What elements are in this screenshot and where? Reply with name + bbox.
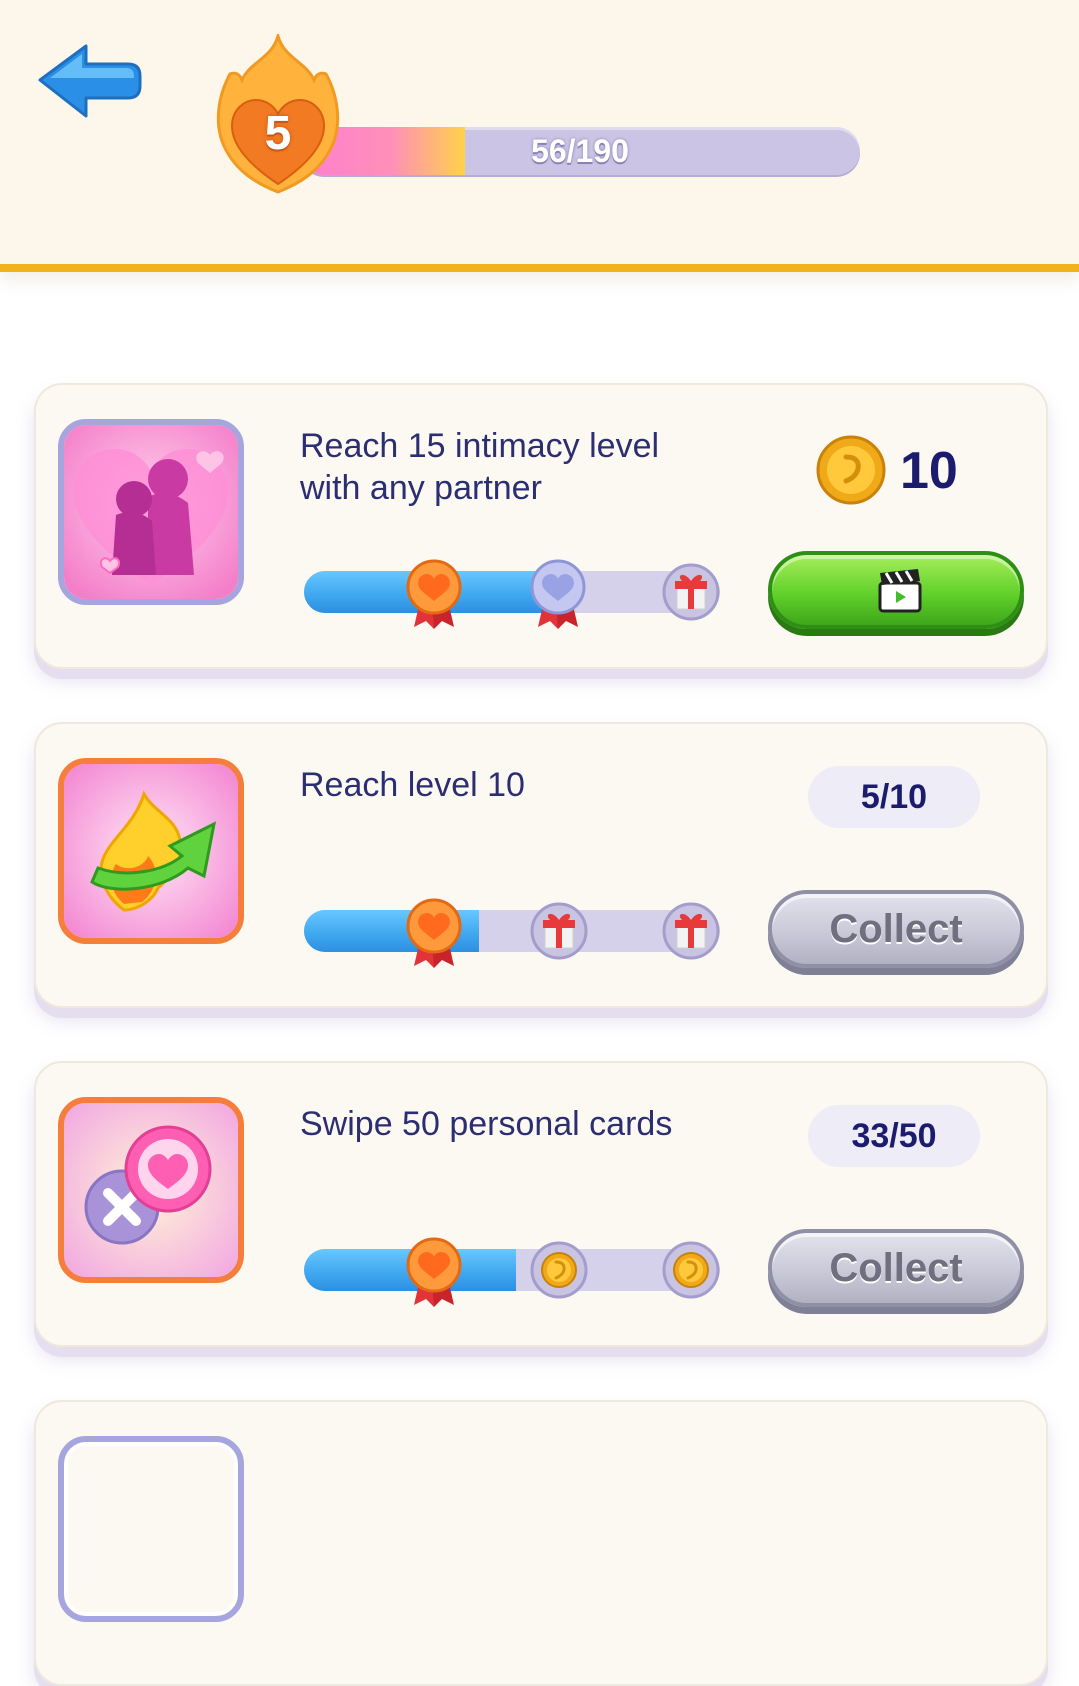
collect-button-label: Collect bbox=[829, 1246, 963, 1290]
task-icon bbox=[58, 1436, 244, 1622]
back-arrow-icon bbox=[38, 44, 142, 118]
swipe-like-icon bbox=[64, 1103, 238, 1277]
heart-medal-icon bbox=[406, 559, 462, 629]
task-count: 5/10 bbox=[808, 766, 980, 828]
video-clapper-icon bbox=[878, 569, 922, 613]
milestone-medal-active bbox=[528, 557, 588, 629]
gold-coin-icon bbox=[816, 435, 886, 505]
level-up-arrow-icon bbox=[64, 764, 238, 938]
task-card: Reach level 10 5/10 Collect bbox=[34, 722, 1048, 1008]
milestone-gift bbox=[662, 563, 720, 621]
task-card: Reach 15 intimacy level with any partner… bbox=[34, 383, 1048, 669]
level-badge: 5 bbox=[214, 30, 342, 194]
watch-video-button[interactable] bbox=[768, 551, 1024, 629]
top-bar: 56/190 5 bbox=[0, 0, 1079, 272]
milestone-gift bbox=[530, 902, 588, 960]
milestone-coin bbox=[662, 1241, 720, 1299]
milestone-gift bbox=[662, 902, 720, 960]
gold-coin-icon bbox=[530, 1241, 588, 1299]
milestone-medal-completed bbox=[404, 1235, 464, 1307]
task-card: Swipe 50 personal cards 33/50 Collect bbox=[34, 1061, 1048, 1347]
collect-button[interactable]: Collect bbox=[768, 1229, 1024, 1307]
gift-box-icon bbox=[662, 902, 720, 960]
milestone-medal-completed bbox=[404, 557, 464, 629]
gift-box-icon bbox=[662, 563, 720, 621]
couple-kiss-icon bbox=[64, 425, 238, 599]
task-progress-bar bbox=[304, 1237, 720, 1307]
task-progress-bar bbox=[304, 559, 720, 629]
task-progress-bar bbox=[304, 898, 720, 968]
gift-box-icon bbox=[530, 902, 588, 960]
level-up-task-icon bbox=[58, 758, 244, 944]
task-title: Swipe 50 personal cards bbox=[300, 1105, 673, 1143]
gold-coin-icon bbox=[662, 1241, 720, 1299]
heart-medal-icon bbox=[406, 898, 462, 968]
task-title: Reach level 10 bbox=[300, 766, 525, 804]
reward-amount: 10 bbox=[900, 442, 958, 500]
heart-medal-icon bbox=[530, 559, 586, 629]
back-arrow-button[interactable] bbox=[36, 42, 144, 120]
milestone-coin bbox=[530, 1241, 588, 1299]
level-number: 5 bbox=[264, 107, 292, 160]
task-title: Reach 15 intimacy level with any partner bbox=[300, 427, 660, 507]
reward: 10 bbox=[816, 435, 1016, 507]
task-card bbox=[34, 1400, 1048, 1686]
task-count: 33/50 bbox=[808, 1105, 980, 1167]
intimacy-task-icon bbox=[58, 419, 244, 605]
xp-progress-text: 56/190 bbox=[531, 133, 629, 169]
collect-button[interactable]: Collect bbox=[768, 890, 1024, 968]
swipe-task-icon bbox=[58, 1097, 244, 1283]
heart-medal-icon bbox=[406, 1237, 462, 1307]
milestone-medal-completed bbox=[404, 896, 464, 968]
collect-button-label: Collect bbox=[829, 907, 963, 951]
xp-progress-bar: 56/190 bbox=[300, 127, 860, 175]
